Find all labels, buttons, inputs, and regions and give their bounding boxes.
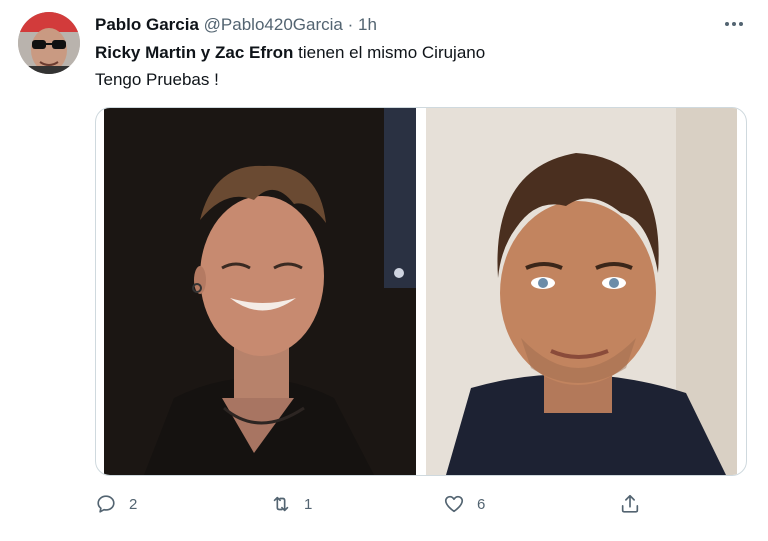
avatar[interactable]	[18, 12, 80, 74]
like-icon	[444, 495, 464, 513]
author-name[interactable]: Pablo Garcia	[95, 15, 199, 34]
like-count: 6	[477, 495, 486, 513]
share-button[interactable]	[619, 488, 641, 520]
photo-left[interactable]	[104, 108, 416, 475]
reply-icon	[97, 495, 115, 513]
like-button[interactable]: 6	[443, 488, 485, 520]
photo-right[interactable]	[426, 108, 737, 475]
retweet-count: 1	[304, 495, 313, 513]
reply-button[interactable]: 2	[95, 488, 137, 520]
share-icon	[621, 494, 639, 513]
more-icon[interactable]	[720, 12, 748, 36]
avatar-image	[18, 12, 80, 74]
tweet-card[interactable]: Pablo Garcia @Pablo420Garcia · 1h Ricky …	[0, 0, 768, 541]
tweet-text-line-1: Ricky Martin y Zac Efron tienen el mismo…	[95, 42, 485, 64]
retweet-button[interactable]: 1	[270, 488, 312, 520]
separator: ·	[347, 15, 354, 34]
timestamp[interactable]: 1h	[358, 15, 377, 34]
tweet-text-line-2: Tengo Pruebas !	[95, 70, 219, 89]
retweet-icon	[273, 496, 289, 512]
tweet-text-bold: Ricky Martin y Zac Efron	[95, 43, 294, 62]
reply-count: 2	[129, 495, 138, 513]
author-handle[interactable]: @Pablo420Garcia	[204, 15, 343, 34]
tweet-header: Pablo Garcia @Pablo420Garcia · 1h	[95, 14, 377, 36]
action-bar: 2 1 6	[0, 488, 768, 520]
tweet-media[interactable]	[95, 107, 747, 476]
tweet-text-rest: tienen el mismo Cirujano	[293, 43, 486, 62]
